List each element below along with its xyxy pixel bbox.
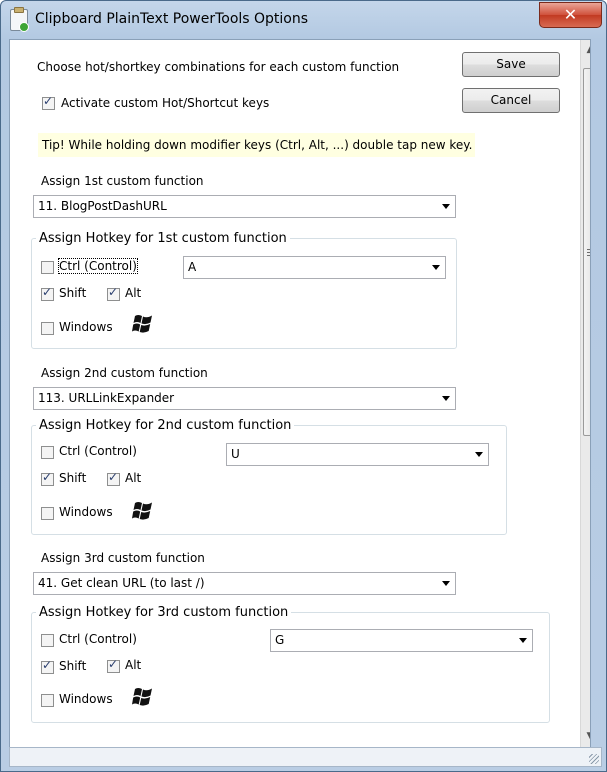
shift-label-3: Shift [59,659,87,673]
key-value-1: A [188,260,197,274]
scroll-up-icon[interactable]: ▲ [581,42,590,59]
key-value-3: G [275,633,285,647]
clipboard-app-icon [10,7,29,32]
assign-function-1-label: Assign 1st custom function [41,174,204,188]
status-bar [9,747,602,767]
activate-hotkeys-checkbox[interactable] [42,94,55,110]
resize-grip-icon[interactable] [589,754,599,764]
save-button[interactable]: Save [462,52,560,77]
windows-checkbox-2[interactable] [41,507,54,520]
close-button[interactable]: ✕ [539,2,602,28]
ctrl-label-1: Ctrl (Control) [58,258,138,274]
shift-checkbox-1[interactable] [41,285,54,301]
cancel-button[interactable]: Cancel [462,88,560,113]
activate-hotkeys-label: Activate custom Hot/Shortcut keys [61,96,270,110]
shift-label-2: Shift [59,471,87,485]
scrollbar-grip-icon [587,249,590,256]
function-3-select[interactable]: 41. Get clean URL (to last /) [33,572,456,595]
key-value-2: U [231,447,240,461]
ctrl-checkbox-1[interactable] [41,261,54,274]
windows-label-2: Windows [59,505,113,519]
key-select-3[interactable]: G [270,629,533,652]
scroll-down-icon[interactable]: ▼ [581,728,590,745]
scrollbar-thumb[interactable] [583,68,590,436]
function-3-value: 41. Get clean URL (to last /) [38,576,205,590]
windows-logo-icon [132,315,152,333]
assign-function-2-label: Assign 2nd custom function [41,366,208,380]
chevron-down-icon [519,638,527,643]
shift-checkbox-2[interactable] [41,470,54,486]
hotkey-group-2-title: Assign Hotkey for 2nd custom function [36,418,295,433]
windows-logo-icon [132,688,152,706]
hotkey-group-3-title: Assign Hotkey for 3rd custom function [36,605,292,620]
chevron-down-icon [475,452,483,457]
function-2-value: 113. URLLinkExpander [38,391,175,405]
ctrl-checkbox-2[interactable] [41,446,54,459]
alt-checkbox-2[interactable] [107,470,120,486]
shift-label-1: Shift [59,286,87,300]
key-select-2[interactable]: U [226,443,489,466]
window-title: Clipboard PlainText PowerTools Options [35,11,309,27]
assign-function-3-label: Assign 3rd custom function [41,551,205,565]
chevron-down-icon [442,581,450,586]
options-window: Clipboard PlainText PowerTools Options ✕… [0,0,607,772]
function-1-select[interactable]: 11. BlogPostDashURL [33,195,456,218]
close-icon: ✕ [563,5,578,24]
windows-label-1: Windows [59,320,113,334]
choose-hotkeys-label: Choose hot/shortkey combinations for eac… [37,60,400,74]
windows-checkbox-3[interactable] [41,694,54,707]
ctrl-checkbox-3[interactable] [41,634,54,647]
chevron-down-icon [432,265,440,270]
function-1-value: 11. BlogPostDashURL [38,199,167,213]
tip-banner: Tip! While holding down modifier keys (C… [38,133,475,157]
windows-label-3: Windows [59,692,113,706]
ctrl-label-3: Ctrl (Control) [59,632,137,646]
chevron-down-icon [442,396,450,401]
windows-logo-icon [132,502,152,520]
alt-label-2: Alt [125,471,142,485]
ctrl-label-2: Ctrl (Control) [59,444,137,458]
key-select-1[interactable]: A [183,256,446,279]
function-2-select[interactable]: 113. URLLinkExpander [33,387,456,410]
options-client-area: Choose hot/shortkey combinations for eac… [9,39,591,748]
vertical-scrollbar[interactable]: ▲ ▼ [580,40,590,747]
alt-checkbox-1[interactable] [107,285,120,301]
chevron-down-icon [442,204,450,209]
windows-checkbox-1[interactable] [41,322,54,335]
hotkey-group-1-title: Assign Hotkey for 1st custom function [36,231,290,246]
alt-checkbox-3[interactable] [107,657,120,673]
shift-checkbox-3[interactable] [41,658,54,674]
title-bar[interactable]: Clipboard PlainText PowerTools Options ✕ [1,1,606,39]
alt-label-1: Alt [125,286,142,300]
alt-label-3: Alt [125,658,142,672]
